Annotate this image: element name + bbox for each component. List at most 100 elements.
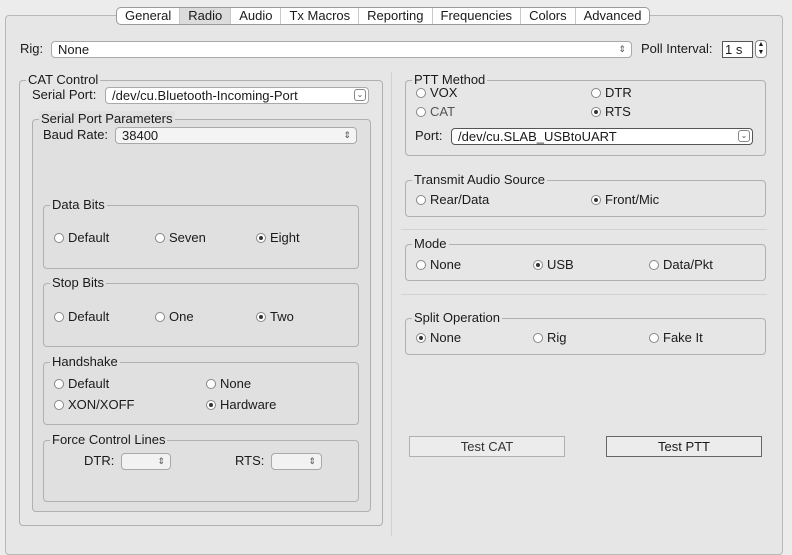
radio-label: Hardware: [220, 397, 277, 412]
radio-label: DTR: [605, 85, 632, 100]
split-none[interactable]: None: [416, 331, 461, 345]
ptt-port-value: /dev/cu.SLAB_USBtoUART: [458, 129, 617, 144]
radio-label: XON/XOFF: [68, 397, 135, 412]
ptt-rts[interactable]: RTS: [591, 105, 631, 119]
tab-reporting[interactable]: Reporting: [359, 8, 433, 24]
force-control-lines-title: Force Control Lines: [50, 432, 168, 448]
tab-bar: General Radio Audio Tx Macros Reporting …: [116, 7, 651, 25]
updown-icon: ⇕: [157, 456, 165, 466]
split-rig[interactable]: Rig: [533, 331, 567, 345]
radio-icon: [649, 260, 659, 270]
radio-icon: [416, 107, 426, 117]
split-operation-title: Split Operation: [412, 310, 502, 326]
transmit-audio-source-title: Transmit Audio Source: [412, 172, 548, 188]
handshake-none[interactable]: None: [206, 377, 251, 391]
test-ptt-button[interactable]: Test PTT: [606, 436, 762, 457]
ptt-dtr[interactable]: DTR: [591, 86, 632, 100]
radio-icon: [416, 195, 426, 205]
radio-selected-icon: [591, 107, 601, 117]
tab-tx-macros[interactable]: Tx Macros: [281, 8, 360, 24]
mode-title: Mode: [412, 236, 449, 252]
tab-colors[interactable]: Colors: [521, 8, 576, 24]
radio-label: Fake It: [663, 330, 703, 345]
data-bits-eight[interactable]: Eight: [256, 231, 300, 245]
handshake-default[interactable]: Default: [54, 377, 109, 391]
tab-radio[interactable]: Radio: [180, 8, 232, 24]
radio-selected-icon: [256, 233, 266, 243]
radio-icon: [206, 379, 216, 389]
radio-selected-icon: [206, 400, 216, 410]
stop-bits-title: Stop Bits: [50, 275, 107, 291]
updown-icon: ⇕: [618, 44, 626, 54]
mode-none[interactable]: None: [416, 258, 461, 272]
updown-icon: ⇕: [308, 456, 316, 466]
updown-icon: ⇕: [343, 130, 351, 140]
handshake-title: Handshake: [50, 354, 120, 370]
radio-label: None: [430, 330, 462, 345]
radio-icon: [649, 333, 659, 343]
dtr-label: DTR:: [84, 453, 115, 468]
stop-bits-default[interactable]: Default: [54, 310, 109, 324]
serial-port-params-title: Serial Port Parameters: [39, 111, 175, 127]
radio-label: Front/Mic: [605, 192, 660, 207]
radio-icon: [591, 88, 601, 98]
tab-advanced[interactable]: Advanced: [576, 8, 650, 24]
radio-label: Seven: [169, 230, 206, 245]
radio-label: None: [430, 257, 462, 272]
radio-label: Eight: [270, 230, 300, 245]
split-fake-it[interactable]: Fake It: [649, 331, 703, 345]
radio-selected-icon: [256, 312, 266, 322]
radio-label: One: [169, 309, 194, 324]
radio-icon: [155, 312, 165, 322]
mode-usb[interactable]: USB: [533, 258, 574, 272]
stop-bits-one[interactable]: One: [155, 310, 194, 324]
serial-port-select[interactable]: /dev/cu.Bluetooth-Incoming-Port ⌄: [105, 87, 369, 104]
stop-bits-two[interactable]: Two: [256, 310, 294, 324]
ptt-cat[interactable]: CAT: [416, 105, 455, 119]
radio-icon: [416, 88, 426, 98]
force-control-lines-group: Force Control Lines: [43, 432, 359, 502]
radio-icon: [54, 312, 64, 322]
audio-rear-data[interactable]: Rear/Data: [416, 193, 489, 207]
handshake-group: Handshake: [43, 354, 359, 425]
radio-label: VOX: [430, 85, 458, 100]
ptt-vox[interactable]: VOX: [416, 86, 457, 100]
radio-icon: [155, 233, 165, 243]
radio-selected-icon: [591, 195, 601, 205]
tab-audio[interactable]: Audio: [231, 8, 282, 24]
data-bits-title: Data Bits: [50, 197, 107, 213]
baud-rate-select[interactable]: 38400 ⇕: [115, 127, 357, 144]
test-cat-button[interactable]: Test CAT: [409, 436, 565, 457]
data-bits-default[interactable]: Default: [54, 231, 109, 245]
chevron-down-icon: ⌄: [354, 89, 366, 101]
dtr-select[interactable]: ⇕: [121, 453, 171, 470]
radio-label: Data/Pkt: [663, 257, 713, 272]
vertical-divider: [391, 72, 392, 536]
radio-icon: [54, 233, 64, 243]
data-bits-seven[interactable]: Seven: [155, 231, 206, 245]
chevron-down-icon: ⌄: [738, 130, 750, 142]
poll-interval-input[interactable]: 1 s: [722, 41, 753, 58]
audio-front-mic[interactable]: Front/Mic: [591, 193, 659, 207]
radio-label: Default: [68, 309, 110, 324]
baud-rate-value: 38400: [122, 128, 159, 143]
rts-select[interactable]: ⇕: [271, 453, 322, 470]
handshake-hardware[interactable]: Hardware: [206, 398, 276, 412]
radio-icon: [54, 379, 64, 389]
divider: [401, 229, 767, 230]
radio-selected-icon: [416, 333, 426, 343]
tab-general[interactable]: General: [117, 8, 181, 24]
serial-port-label: Serial Port:: [32, 87, 97, 102]
radio-label: Rear/Data: [430, 192, 490, 207]
ptt-port-select[interactable]: /dev/cu.SLAB_USBtoUART ⌄: [451, 128, 753, 145]
poll-interval-stepper[interactable]: ▲ ▼: [755, 40, 767, 58]
tab-frequencies[interactable]: Frequencies: [433, 8, 522, 24]
mode-data-pkt[interactable]: Data/Pkt: [649, 258, 713, 272]
rts-label: RTS:: [235, 453, 265, 468]
handshake-xon-xoff[interactable]: XON/XOFF: [54, 398, 134, 412]
rig-value: None: [58, 42, 90, 57]
radio-label: Two: [270, 309, 294, 324]
rig-select[interactable]: None ⇕: [51, 41, 632, 58]
radio-label: Rig: [547, 330, 567, 345]
radio-label: None: [220, 376, 252, 391]
